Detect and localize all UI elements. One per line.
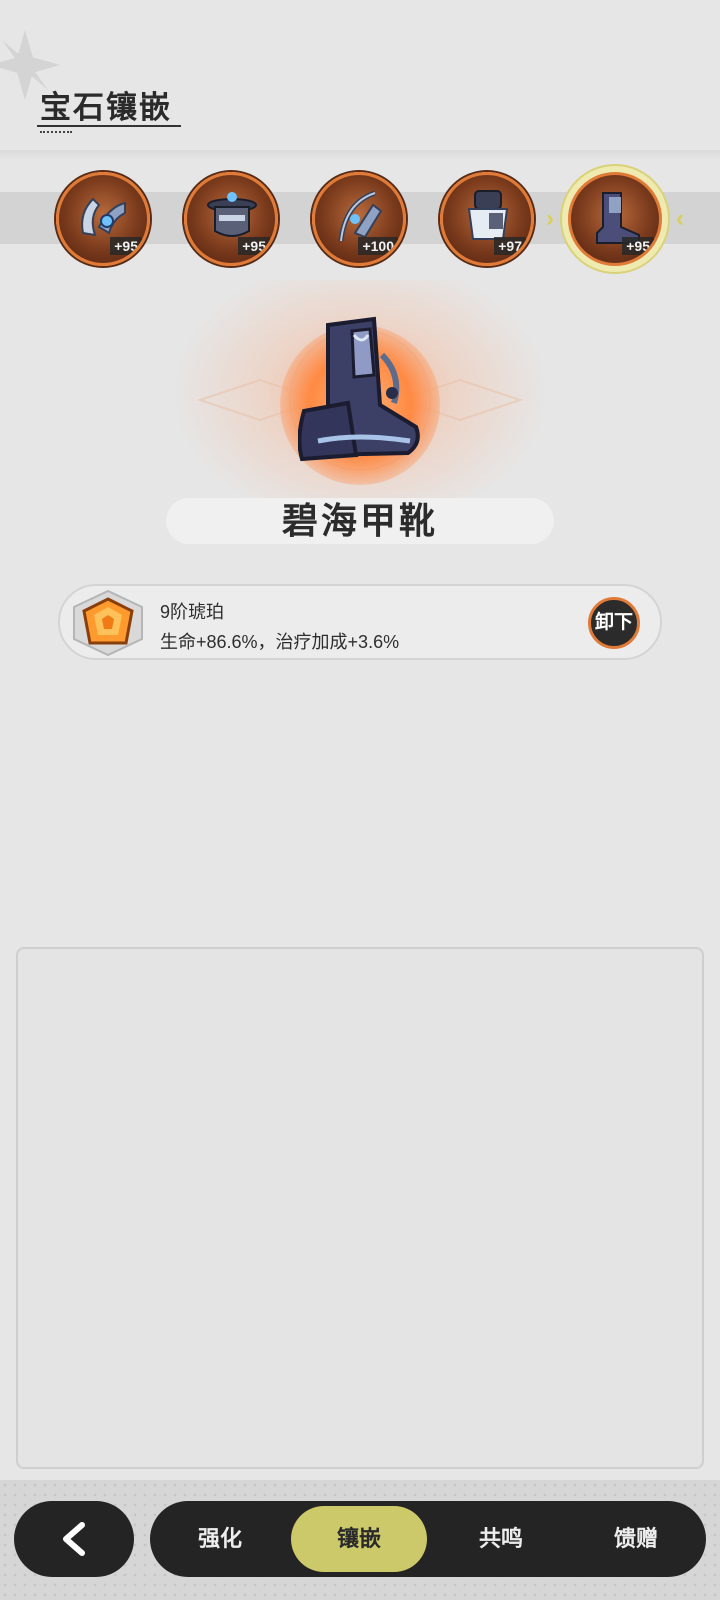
title-underline <box>37 125 181 127</box>
selection-arrow-right-icon: › <box>546 205 554 232</box>
unequip-button[interactable]: 卸下 <box>588 597 640 649</box>
gem-inventory-panel <box>16 947 704 1469</box>
boots-icon <box>298 316 420 462</box>
back-arrow-icon <box>63 1522 85 1556</box>
equip-slot-5[interactable]: +95 <box>568 172 662 266</box>
tab-enhance[interactable]: 强化 <box>152 1501 288 1577</box>
tab-resonance[interactable]: 共鸣 <box>433 1501 569 1577</box>
title-dots <box>40 131 72 133</box>
equip-level-badge: +95 <box>110 237 142 255</box>
equip-slot-4[interactable]: +97 <box>440 172 534 266</box>
equip-slot-3[interactable]: +100 <box>312 172 406 266</box>
gem-name: 9阶琥珀 <box>160 602 225 622</box>
amber-gem-icon <box>73 589 143 657</box>
equip-level-badge: +100 <box>358 237 398 255</box>
equip-level-badge: +97 <box>494 237 526 255</box>
equip-level-badge: +95 <box>238 237 270 255</box>
bottom-tab-bar: 强化 镶嵌 共鸣 馈赠 <box>150 1501 706 1577</box>
tab-inlay[interactable]: 镶嵌 <box>291 1506 427 1572</box>
page-title: 宝石镶嵌 <box>40 90 172 125</box>
gem-card[interactable]: 9阶琥珀 生命+86.6%，治疗加成+3.6% 卸下 <box>58 584 662 660</box>
header-divider <box>0 150 720 160</box>
back-button[interactable] <box>14 1501 134 1577</box>
selection-arrow-left-icon: ‹ <box>676 205 684 232</box>
equip-slot-1[interactable]: +95 <box>56 172 150 266</box>
gem-stats: 生命+86.6%，治疗加成+3.6% <box>160 632 400 652</box>
equip-level-badge: +95 <box>622 237 654 255</box>
equip-slot-2[interactable]: +95 <box>184 172 278 266</box>
item-name: 碧海甲靴 <box>166 498 554 544</box>
tab-gift[interactable]: 馈赠 <box>568 1501 704 1577</box>
